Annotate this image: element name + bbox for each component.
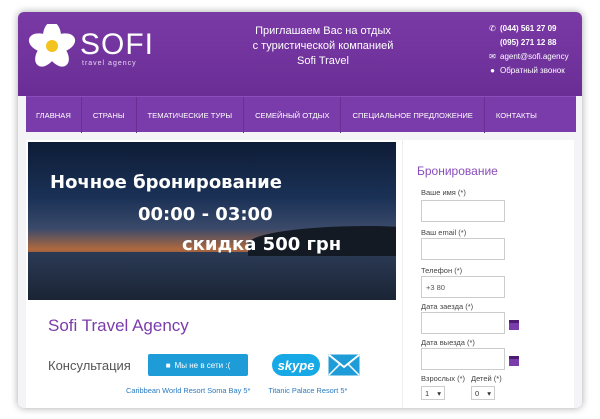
email-address: agent@sofi.agency (500, 52, 569, 61)
site-logo[interactable]: SOFI travel agency (26, 24, 176, 68)
logo-text: SOFI (80, 28, 155, 61)
browser-frame: SOFI travel agency Приглашаем Вас на отд… (18, 12, 582, 408)
departure-date-label: Дата выезда (*) (421, 338, 475, 347)
consult-label: Консультация (48, 358, 131, 373)
booking-title: Бронирование (417, 164, 498, 178)
email-link[interactable]: ✉ agent@sofi.agency (488, 50, 580, 64)
phone-number-2: (095) 271 12 88 (500, 38, 557, 47)
adults-label: Взрослых (*) (421, 374, 466, 383)
children-select[interactable]: 0 ▾ (471, 386, 495, 400)
banner-water (28, 252, 396, 300)
callback-link[interactable]: ● Обратный звонок (488, 64, 580, 78)
chevron-down-icon: ▾ (487, 388, 491, 398)
nav-item-home[interactable]: ГЛАВНАЯ (26, 97, 82, 133)
children-label: Детей (*) (471, 374, 502, 383)
nav-item-family[interactable]: СЕМЕЙНЫЙ ОТДЫХ (244, 97, 342, 133)
banner-line-1: Ночное бронирование (50, 172, 282, 193)
tagline-line: Приглашаем Вас на отдых (255, 25, 391, 37)
content-area: Ночное бронирование 00:00 - 03:00 скидка… (26, 140, 574, 408)
name-input[interactable] (421, 200, 505, 222)
phone-number-1: (044) 561 27 09 (500, 24, 557, 33)
promo-banner[interactable]: Ночное бронирование 00:00 - 03:00 скидка… (28, 142, 396, 300)
nav-item-special-offer[interactable]: СПЕЦИАЛЬНОЕ ПРЕДЛОЖЕНИЕ (341, 97, 485, 133)
main-nav: ГЛАВНАЯ СТРАНЫ ТЕМАТИЧЕСКИЕ ТУРЫ СЕМЕЙНЫ… (26, 96, 576, 133)
skype-label: skype (277, 357, 315, 373)
children-value: 0 (475, 388, 480, 398)
name-label: Ваше имя (*) (421, 188, 466, 197)
phone-row-2[interactable]: (095) 271 12 88 (488, 36, 580, 50)
nav-item-countries[interactable]: СТРАНЫ (82, 97, 137, 133)
skype-button[interactable]: skype (272, 354, 320, 376)
online-chat-button[interactable]: ■ Мы не в сети :( (148, 354, 248, 376)
header-tagline: Приглашаем Вас на отдых с туристической … (238, 24, 408, 69)
booking-form: Бронирование Ваше имя (*) Ваш email (*) … (402, 140, 574, 408)
calendar-icon[interactable] (509, 356, 519, 366)
flower-logo-icon (28, 24, 76, 67)
email-label: Ваш email (*) (421, 228, 467, 237)
agency-title: Sofi Travel Agency (48, 316, 189, 335)
arrival-date-label: Дата заезда (*) (421, 302, 474, 311)
banner-line-2: 00:00 - 03:00 (138, 204, 273, 225)
tagline-line: Sofi Travel (297, 55, 349, 67)
departure-date-input[interactable] (421, 348, 505, 370)
logo-subtitle: travel agency (82, 60, 137, 67)
calendar-icon[interactable] (509, 320, 519, 330)
chat-bubble-icon: ■ (165, 360, 171, 370)
tagline-line: с туристической компанией (252, 40, 394, 52)
banner-line-3: скидка 500 грн (182, 234, 342, 255)
header-contacts: ✆ (044) 561 27 09 (095) 271 12 88 ✉ agen… (488, 22, 580, 78)
email-input[interactable] (421, 238, 505, 260)
phone-row-1[interactable]: ✆ (044) 561 27 09 (488, 22, 580, 36)
hotel-link[interactable]: Caribbean World Resort Soma Bay 5* (126, 386, 250, 395)
nav-item-themed-tours[interactable]: ТЕМАТИЧЕСКИЕ ТУРЫ (137, 97, 245, 133)
arrival-date-input[interactable] (421, 312, 505, 334)
chat-bubble-icon: ● (490, 66, 495, 75)
adults-select[interactable]: 1 ▾ (421, 386, 445, 400)
chat-button-label: Мы не в сети :( (174, 360, 231, 370)
mail-icon: ✉ (489, 52, 496, 61)
phone-input[interactable]: +3 80 (421, 276, 505, 298)
nav-item-contacts[interactable]: КОНТАКТЫ (485, 97, 548, 133)
hotel-link[interactable]: Titanic Palace Resort 5* (268, 386, 347, 395)
callback-label: Обратный звонок (500, 66, 565, 75)
site-header: SOFI travel agency Приглашаем Вас на отд… (18, 12, 582, 96)
adults-value: 1 (425, 388, 430, 398)
phone-label: Телефон (*) (421, 266, 463, 275)
envelope-icon[interactable] (328, 354, 360, 376)
phone-icon: ✆ (489, 24, 496, 33)
hotel-links: Caribbean World Resort Soma Bay 5* Titan… (126, 386, 347, 395)
chevron-down-icon: ▾ (437, 388, 441, 398)
